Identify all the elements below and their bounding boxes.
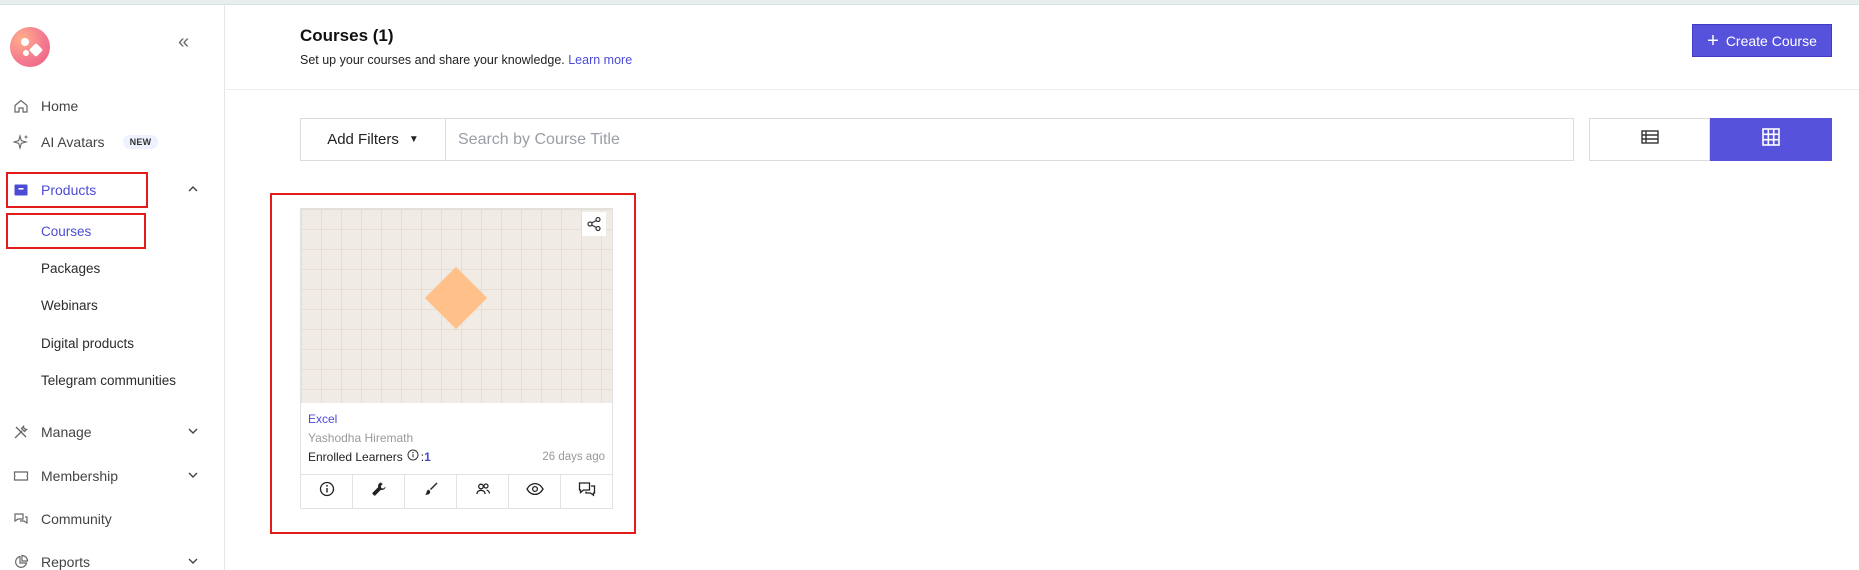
eye-icon bbox=[525, 482, 544, 501]
create-course-button[interactable]: + Create Course bbox=[1692, 24, 1832, 57]
page-header: Courses (1) Set up your courses and shar… bbox=[226, 5, 1859, 90]
add-filters-dropdown[interactable]: Add Filters ▼ bbox=[301, 119, 446, 160]
chevron-down-icon[interactable] bbox=[186, 424, 200, 441]
grid-view-icon bbox=[1762, 128, 1780, 151]
sidebar-item-label: Products bbox=[41, 182, 97, 198]
list-view-button[interactable] bbox=[1589, 118, 1710, 161]
sparkle-icon bbox=[12, 133, 30, 151]
sidebar-item-label: Home bbox=[41, 98, 79, 114]
sidebar-subitem-digital-products[interactable]: Digital products bbox=[41, 336, 134, 351]
home-icon bbox=[12, 97, 30, 115]
share-icon[interactable] bbox=[582, 212, 606, 236]
course-discussion-button[interactable] bbox=[561, 475, 612, 508]
enrolled-count: 1 bbox=[424, 449, 431, 464]
comments-icon bbox=[578, 481, 596, 502]
new-badge: NEW bbox=[122, 135, 159, 149]
sidebar-item-label: Community bbox=[41, 511, 112, 527]
course-card[interactable]: Excel Yashodha Hiremath Enrolled Learner… bbox=[300, 208, 613, 509]
sidebar-item-reports[interactable]: Reports bbox=[12, 548, 202, 570]
course-author: Yashodha Hiremath bbox=[308, 431, 414, 445]
brush-icon bbox=[423, 481, 439, 502]
sidebar-item-label: Manage bbox=[41, 424, 92, 440]
learn-more-link[interactable]: Learn more bbox=[568, 53, 632, 67]
plus-icon: + bbox=[1707, 29, 1719, 52]
info-circle-icon bbox=[319, 481, 335, 502]
chat-icon bbox=[12, 510, 30, 528]
course-title-link[interactable]: Excel bbox=[308, 412, 337, 426]
info-icon[interactable] bbox=[407, 449, 419, 464]
page-subtitle: Set up your courses and share your knowl… bbox=[300, 53, 632, 67]
wrench-icon bbox=[371, 481, 387, 502]
page-subtitle-text: Set up your courses and share your knowl… bbox=[300, 53, 565, 67]
grid-view-button[interactable] bbox=[1710, 118, 1832, 161]
sidebar-item-home[interactable]: Home bbox=[12, 92, 202, 120]
sidebar-subitem-packages[interactable]: Packages bbox=[41, 261, 100, 276]
app-logo[interactable] bbox=[10, 27, 50, 67]
sidebar-item-manage[interactable]: Manage bbox=[12, 418, 202, 446]
sidebar-item-ai-avatars[interactable]: AI Avatars NEW bbox=[12, 128, 202, 156]
enrolled-label: Enrolled Learners bbox=[308, 449, 403, 464]
sidebar-item-community[interactable]: Community bbox=[12, 505, 202, 533]
enrolled-learners: Enrolled Learners : 1 bbox=[308, 449, 431, 464]
course-preview-button[interactable] bbox=[509, 475, 561, 508]
sidebar-subitem-courses[interactable]: Courses bbox=[41, 224, 91, 239]
pie-chart-icon bbox=[12, 553, 30, 570]
ticket-icon bbox=[12, 467, 30, 485]
sidebar-item-label: Reports bbox=[41, 554, 91, 570]
add-filters-label: Add Filters bbox=[327, 131, 399, 148]
search-input[interactable] bbox=[446, 119, 1573, 160]
caret-down-icon: ▼ bbox=[408, 134, 419, 145]
box-icon bbox=[12, 181, 30, 199]
course-edit-button[interactable] bbox=[405, 475, 457, 508]
sidebar-item-label: Membership bbox=[41, 468, 119, 484]
course-actions bbox=[301, 474, 612, 508]
tools-icon bbox=[12, 423, 30, 441]
course-thumbnail[interactable] bbox=[301, 209, 612, 403]
chevron-down-icon[interactable] bbox=[186, 554, 200, 570]
sidebar: « Home AI Avatars NEW Products Courses P… bbox=[0, 5, 225, 570]
list-view-icon bbox=[1640, 130, 1659, 149]
page-title: Courses (1) bbox=[300, 26, 394, 45]
sidebar-item-products[interactable]: Products bbox=[12, 176, 202, 204]
sidebar-subitem-telegram-communities[interactable]: Telegram communities bbox=[41, 373, 176, 388]
users-icon bbox=[475, 481, 491, 502]
sidebar-item-membership[interactable]: Membership bbox=[12, 462, 202, 490]
collapse-sidebar-icon[interactable]: « bbox=[178, 31, 189, 54]
course-info-button[interactable] bbox=[301, 475, 353, 508]
sidebar-subitem-webinars[interactable]: Webinars bbox=[41, 298, 98, 313]
course-updated-time: 26 days ago bbox=[542, 451, 605, 463]
chevron-up-icon[interactable] bbox=[186, 182, 200, 199]
filter-bar: Add Filters ▼ bbox=[300, 118, 1574, 161]
create-course-label: Create Course bbox=[1725, 32, 1817, 49]
thumbnail-diamond-shape bbox=[424, 266, 488, 330]
course-learners-button[interactable] bbox=[457, 475, 509, 508]
course-settings-button[interactable] bbox=[353, 475, 405, 508]
chevron-down-icon[interactable] bbox=[186, 468, 200, 485]
sidebar-item-label: AI Avatars bbox=[41, 134, 105, 150]
